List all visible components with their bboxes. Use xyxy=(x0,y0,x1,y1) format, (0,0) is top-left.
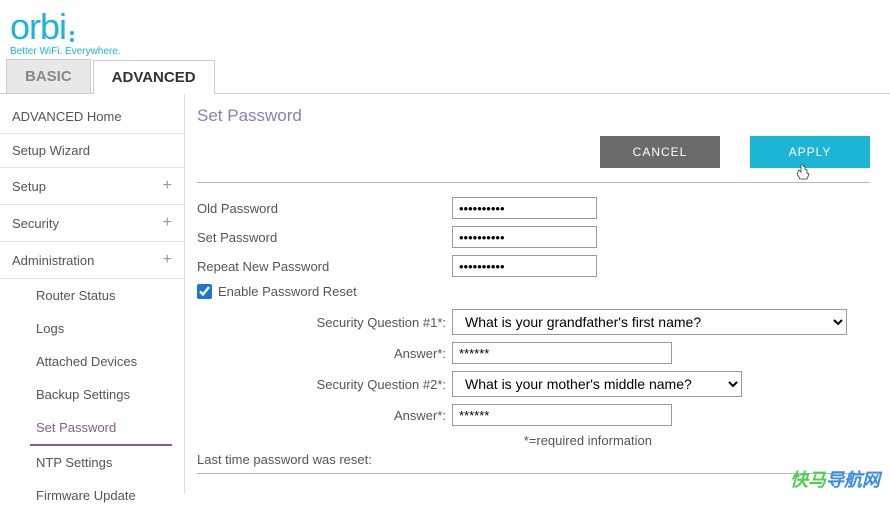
watermark-part1: 快马 xyxy=(790,470,826,490)
row-old-password: Old Password xyxy=(197,197,870,219)
watermark: 快马导航网 xyxy=(790,466,880,492)
label-enable-reset: Enable Password Reset xyxy=(218,284,357,299)
page-title: Set Password xyxy=(197,106,870,126)
row-sq1: Security Question #1*: What is your gran… xyxy=(197,309,870,335)
main-panel: Set Password CANCEL APPLY Old Password S… xyxy=(185,94,890,494)
header: orbi Better WiFi. Everywhere. xyxy=(0,0,890,59)
tab-advanced[interactable]: ADVANCED xyxy=(93,60,215,94)
logo: orbi xyxy=(10,6,880,48)
row-answer1: Answer*: xyxy=(197,342,870,364)
sidebar-sub-ntp-settings[interactable]: NTP Settings xyxy=(0,446,184,479)
sidebar-item-label: Administration xyxy=(12,253,94,268)
required-info: *=required information xyxy=(197,433,652,448)
plus-icon: + xyxy=(163,251,172,269)
sidebar-sub-router-status[interactable]: Router Status xyxy=(0,279,184,312)
sidebar-sub-firmware-update[interactable]: Firmware Update xyxy=(0,479,184,512)
sidebar-item-administration[interactable]: Administration + xyxy=(0,242,184,279)
plus-icon: + xyxy=(163,177,172,195)
select-sq1[interactable]: What is your grandfather's first name? xyxy=(452,309,847,335)
logo-dots-icon xyxy=(70,24,78,48)
tab-basic[interactable]: BASIC xyxy=(6,59,91,93)
label-answer2: Answer*: xyxy=(197,408,452,423)
sidebar-item-label: Setup Wizard xyxy=(12,143,90,158)
apply-button[interactable]: APPLY xyxy=(750,136,870,168)
watermark-part2: 导航网 xyxy=(826,470,880,490)
logo-text: orbi xyxy=(10,6,66,48)
label-sq1: Security Question #1*: xyxy=(197,315,452,330)
sidebar-sub-set-password[interactable]: Set Password xyxy=(30,411,172,446)
action-bar: CANCEL APPLY xyxy=(197,136,870,183)
sidebar-item-advanced-home[interactable]: ADVANCED Home xyxy=(0,100,184,134)
row-sq2: Security Question #2*: What is your moth… xyxy=(197,371,870,397)
input-repeat-password[interactable] xyxy=(452,255,597,277)
tagline: Better WiFi. Everywhere. xyxy=(10,46,880,57)
sidebar-item-label: Setup xyxy=(12,179,46,194)
content-area: ADVANCED Home Setup Wizard Setup + Securi… xyxy=(0,94,890,494)
sidebar-item-label: ADVANCED Home xyxy=(12,109,122,124)
sidebar-item-security[interactable]: Security + xyxy=(0,205,184,242)
row-repeat-password: Repeat New Password xyxy=(197,255,870,277)
checkbox-enable-reset[interactable] xyxy=(197,284,212,299)
cancel-button[interactable]: CANCEL xyxy=(600,136,720,168)
label-repeat-password: Repeat New Password xyxy=(197,259,452,274)
input-set-password[interactable] xyxy=(452,226,597,248)
input-answer2[interactable] xyxy=(452,404,672,426)
input-answer1[interactable] xyxy=(452,342,672,364)
sidebar: ADVANCED Home Setup Wizard Setup + Securi… xyxy=(0,94,185,494)
plus-icon: + xyxy=(163,214,172,232)
input-old-password[interactable] xyxy=(452,197,597,219)
row-set-password: Set Password xyxy=(197,226,870,248)
main-tabs: BASIC ADVANCED xyxy=(0,59,890,94)
sidebar-item-label: Security xyxy=(12,216,59,231)
label-old-password: Old Password xyxy=(197,201,452,216)
label-answer1: Answer*: xyxy=(197,346,452,361)
sidebar-sub-logs[interactable]: Logs xyxy=(0,312,184,345)
last-reset-info: Last time password was reset: xyxy=(197,452,870,474)
select-sq2[interactable]: What is your mother's middle name? xyxy=(452,371,742,397)
sidebar-item-setup-wizard[interactable]: Setup Wizard xyxy=(0,134,184,168)
label-sq2: Security Question #2*: xyxy=(197,377,452,392)
row-answer2: Answer*: xyxy=(197,404,870,426)
sidebar-sub-backup-settings[interactable]: Backup Settings xyxy=(0,378,184,411)
row-enable-reset: Enable Password Reset xyxy=(197,284,870,299)
sidebar-sub-attached-devices[interactable]: Attached Devices xyxy=(0,345,184,378)
sidebar-item-setup[interactable]: Setup + xyxy=(0,168,184,205)
label-set-password: Set Password xyxy=(197,230,452,245)
